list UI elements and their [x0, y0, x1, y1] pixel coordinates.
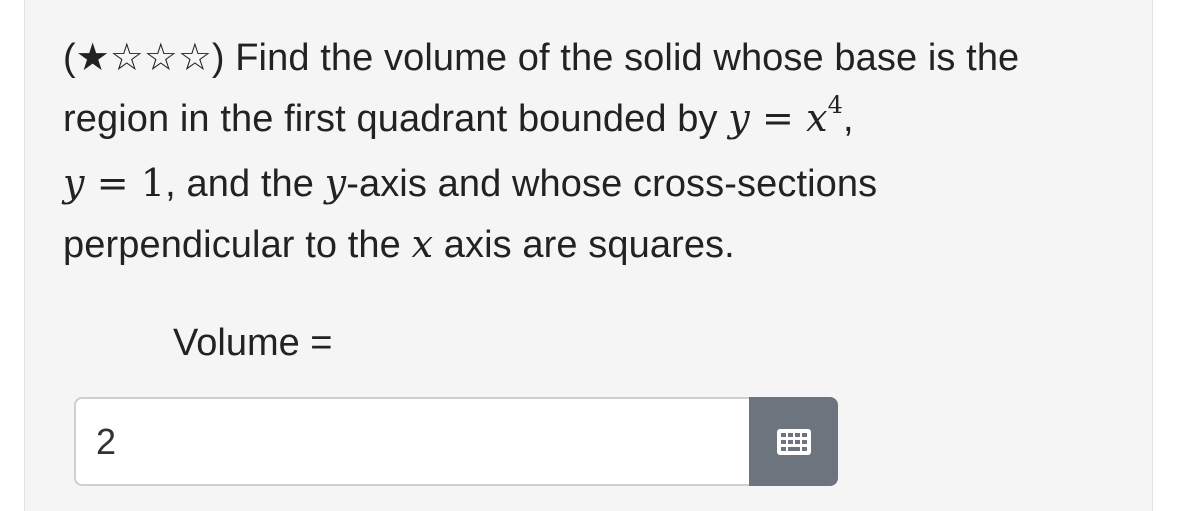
question-text-part: , [843, 98, 854, 140]
answer-input-group: 2 [74, 397, 838, 486]
math-var: y [63, 161, 85, 205]
math-var: x [806, 96, 828, 140]
answer-label: Volume = [173, 322, 333, 364]
math-exponent: 4 [827, 91, 844, 119]
keypad-icon [776, 428, 811, 455]
difficulty-stars: (★☆☆☆) [63, 37, 225, 79]
math-var: y [728, 96, 750, 140]
math-number: 1 [140, 161, 166, 205]
question-text-part: axis are squares. [433, 224, 735, 266]
math-operator: = [84, 161, 141, 205]
math-operator: = [749, 96, 807, 140]
math-var: y [324, 161, 347, 205]
keypad-button[interactable] [749, 397, 838, 486]
answer-input[interactable]: 2 [74, 397, 749, 486]
math-var: x [411, 222, 434, 266]
question-text-part: , and the [165, 163, 325, 205]
question-text: (★☆☆☆) Find the volume of the solid whos… [63, 28, 1103, 275]
